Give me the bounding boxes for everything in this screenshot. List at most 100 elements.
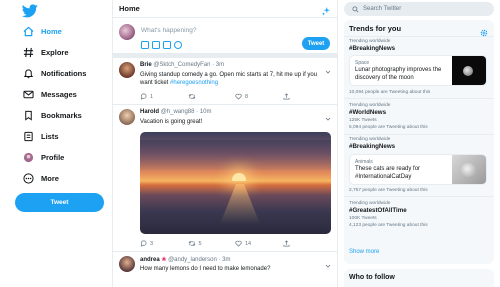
tweet-photo-sunset[interactable]: [140, 132, 331, 234]
trend-card-tag: Animals: [355, 159, 373, 165]
bookmark-icon: [22, 109, 34, 121]
nav-explore[interactable]: Explore: [22, 45, 69, 59]
avatar[interactable]: [119, 109, 135, 125]
trend-card-text: Lunar photography improves the discovery…: [355, 67, 442, 81]
tweet-text: Giving standup comedy a go. Open mic sta…: [140, 71, 330, 87]
tweet-header: Harold @h_wang88 · 10m: [140, 109, 211, 115]
tweet-composer: What's happening? Tweet: [113, 18, 337, 58]
nav-messages[interactable]: Messages: [22, 87, 77, 101]
nav-profile[interactable]: Profile: [22, 150, 64, 164]
nav-explore-label: Explore: [41, 47, 69, 57]
trend-item[interactable]: Space Lunar photography improves the dis…: [344, 54, 494, 99]
tweet-item[interactable]: Brie @Sktch_ComedyFan · 3m Giving standu…: [113, 58, 337, 105]
reply-count: 1: [150, 93, 154, 100]
trend-tweets: 125K Tweets: [349, 118, 377, 123]
tweet-author-name[interactable]: andrea: [140, 257, 160, 263]
like-button[interactable]: 8: [235, 93, 283, 100]
trend-card[interactable]: Space Lunar photography improves the dis…: [349, 55, 487, 86]
tweet-text: Vacation is going great!: [140, 119, 203, 125]
show-more-link[interactable]: Show more: [349, 249, 379, 255]
composer-tweet-button[interactable]: Tweet: [302, 37, 330, 50]
search-input[interactable]: Search Twitter: [363, 6, 401, 12]
tweet-item[interactable]: andrea ❀ @andy_landerson · 3m How many l…: [113, 252, 337, 287]
nav-lists[interactable]: Lists: [22, 129, 59, 143]
gif-icon[interactable]: [152, 41, 160, 49]
trend-card[interactable]: Animals These cats are ready for #Intern…: [349, 154, 487, 185]
trend-name: #WorldNews: [349, 109, 387, 116]
retweet-button[interactable]: 5: [188, 240, 236, 247]
share-button[interactable]: [283, 240, 331, 247]
tweet-item[interactable]: Harold @h_wang88 · 10m Vacation is going…: [113, 105, 337, 252]
trend-item[interactable]: Trending worldwide #WorldNews 125K Tweet…: [344, 99, 494, 135]
nav-home-label: Home: [41, 26, 62, 36]
avatar[interactable]: [119, 62, 135, 78]
nav-home[interactable]: Home: [22, 24, 62, 38]
nav-notifications[interactable]: Notifications: [22, 66, 86, 80]
avatar-icon: [22, 151, 34, 163]
composer-tools: [141, 41, 182, 49]
search-bar[interactable]: Search Twitter: [344, 2, 494, 16]
tweet-author-handle: @h_wang88 · 10m: [160, 109, 212, 115]
like-count: 8: [245, 93, 249, 100]
reply-icon: [140, 93, 147, 100]
search-icon: [352, 5, 359, 12]
reply-button[interactable]: 1: [140, 93, 188, 100]
trend-item[interactable]: Trending worldwide #BreakingNews: [344, 135, 494, 152]
envelope-icon: [22, 88, 34, 100]
twitter-logo-icon[interactable]: [21, 4, 38, 18]
chevron-down-icon[interactable]: [325, 109, 331, 121]
trends-panel: Trends for you Trending worldwide #Break…: [344, 20, 494, 264]
heart-icon: [235, 240, 242, 247]
list-icon: [22, 130, 34, 142]
tweet-body: Giving standup comedy a go. Open mic sta…: [140, 72, 318, 86]
share-icon: [283, 240, 289, 247]
hashtag-link[interactable]: #heregoesnothing: [170, 80, 218, 86]
retweet-button[interactable]: [188, 93, 236, 100]
avatar[interactable]: [119, 256, 135, 272]
page-title: Home: [119, 4, 140, 13]
hashtag-icon: [22, 46, 34, 58]
nav-bookmarks-label: Bookmarks: [41, 110, 82, 120]
avatar[interactable]: [119, 24, 135, 40]
trend-item[interactable]: Animals These cats are ready for #Intern…: [344, 152, 494, 197]
emoji-icon[interactable]: [174, 41, 182, 49]
trend-tweets: 100K Tweets: [349, 216, 377, 221]
who-to-follow-title: Who to follow: [349, 274, 395, 281]
bell-icon: [22, 67, 34, 79]
poll-icon[interactable]: [163, 41, 171, 49]
nav-lists-label: Lists: [41, 131, 59, 141]
tweet-header: Brie @Sktch_ComedyFan · 3m: [140, 62, 224, 68]
trend-name: #BreakingNews: [349, 45, 396, 52]
nav-notifications-label: Notifications: [41, 68, 87, 78]
timeline-header: Home: [113, 0, 337, 18]
tweet-author-name[interactable]: Brie: [140, 62, 152, 68]
like-button[interactable]: 14: [235, 240, 283, 247]
tweet-text: How many lemons do I need to make lemona…: [140, 266, 271, 272]
composer-input[interactable]: What's happening?: [141, 27, 196, 34]
chevron-down-icon[interactable]: [325, 256, 331, 268]
timeline: Home What's happening? Tweet Brie @Sktch…: [112, 0, 338, 287]
trend-name: #GreatestOfAllTime: [349, 207, 407, 214]
share-button[interactable]: [283, 93, 331, 100]
chevron-down-icon[interactable]: [325, 62, 331, 74]
nav-bookmarks[interactable]: Bookmarks: [22, 108, 82, 122]
who-to-follow-panel: Who to follow: [344, 269, 494, 287]
trend-item[interactable]: Trending worldwide #BreakingNews: [344, 37, 494, 54]
flower-icon: ❀: [161, 257, 167, 263]
tweet-button[interactable]: Tweet: [15, 193, 104, 212]
nav-more[interactable]: More: [22, 171, 59, 185]
image-icon[interactable]: [141, 41, 149, 49]
trends-title: Trends for you: [349, 24, 402, 33]
reply-button[interactable]: 3: [140, 240, 188, 247]
trend-card-text: These cats are ready for #InternationalC…: [355, 166, 421, 180]
tweet-author-handle: @andy_landerson · 3m: [168, 257, 231, 263]
reply-icon: [140, 240, 147, 247]
tweet-author-name[interactable]: Harold: [140, 109, 159, 115]
reply-count: 3: [150, 240, 154, 247]
left-nav: Home Explore Notifications Messages Book…: [0, 0, 112, 287]
photo-clouds: [140, 140, 331, 170]
trend-context: Trending worldwide: [349, 137, 391, 142]
more-icon: [22, 172, 34, 184]
trend-context: Trending worldwide: [349, 39, 391, 44]
trend-item[interactable]: Trending worldwide #GreatestOfAllTime 10…: [344, 197, 494, 233]
